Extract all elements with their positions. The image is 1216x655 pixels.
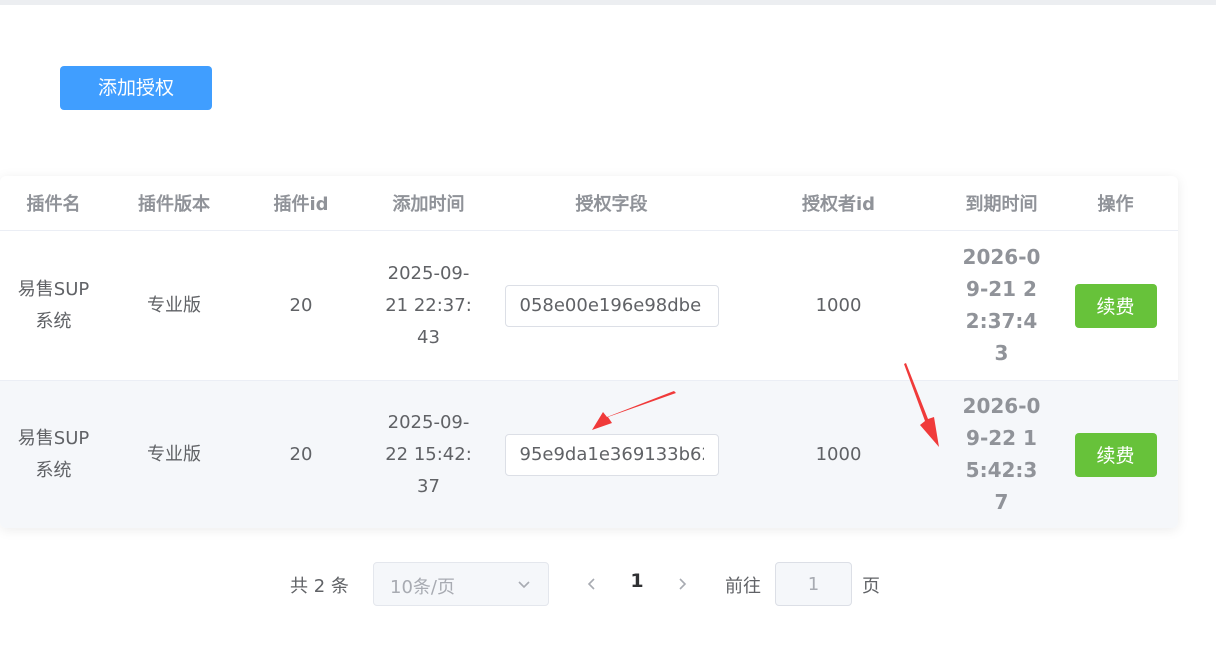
- total-count: 共 2 条: [290, 576, 349, 597]
- renew-button[interactable]: 续费: [1074, 432, 1157, 477]
- added-time-text: 2025-09-21 22:37:43: [385, 262, 472, 348]
- cell-plugin-name: 易售SUP系统: [0, 380, 107, 528]
- cell-plugin-id: 20: [241, 380, 361, 528]
- expire-time-text: 2026-09-22 15:42:37: [962, 393, 1041, 514]
- page-number-current[interactable]: 1: [625, 570, 649, 592]
- cell-plugin-version: 专业版: [107, 230, 241, 381]
- cell-actions: 续费: [1053, 380, 1178, 528]
- cell-auth-field: [496, 230, 727, 381]
- column-header-actions: 操作: [1053, 176, 1178, 231]
- cell-expire-time: 2026-09-21 22:37:43: [950, 230, 1053, 381]
- chevron-right-icon[interactable]: [674, 574, 690, 598]
- table-row: 易售SUP系统 专业版 20 2025-09-21 22:37:43 1000 …: [0, 230, 1178, 381]
- chevron-down-icon: [516, 576, 532, 596]
- column-header-plugin-version: 插件版本: [107, 176, 241, 231]
- goto-label: 前往: [725, 576, 761, 597]
- column-header-added-time: 添加时间: [361, 176, 496, 231]
- add-authorization-button[interactable]: 添加授权: [60, 66, 212, 110]
- column-header-plugin-name: 插件名: [0, 176, 107, 231]
- renew-button[interactable]: 续费: [1074, 283, 1157, 328]
- column-header-auth-field: 授权字段: [496, 176, 727, 231]
- top-strip: [0, 0, 1216, 5]
- page-size-select[interactable]: 10条/页: [373, 562, 549, 606]
- auth-field-input[interactable]: [504, 433, 719, 476]
- plugin-name-text: 易售SUP系统: [17, 427, 90, 481]
- column-header-plugin-id: 插件id: [241, 176, 361, 231]
- authorization-table: 插件名 插件版本 插件id 添加时间 授权字段 授权者id 到期时间 操作 易售…: [0, 176, 1178, 528]
- column-header-expire-time: 到期时间: [950, 176, 1053, 231]
- cell-actions: 续费: [1053, 230, 1178, 381]
- cell-added-time: 2025-09-21 22:37:43: [361, 230, 496, 381]
- cell-plugin-name: 易售SUP系统: [0, 230, 107, 381]
- table-row: 易售SUP系统 专业版 20 2025-09-22 15:42:37 1000 …: [0, 380, 1178, 528]
- page-jump-input[interactable]: [775, 562, 852, 606]
- cell-authorizer-id: 1000: [727, 230, 950, 381]
- cell-plugin-id: 20: [241, 230, 361, 381]
- cell-added-time: 2025-09-22 15:42:37: [361, 380, 496, 528]
- page-suffix: 页: [862, 576, 880, 597]
- pagination: 共 2 条 10条/页 1 前往 页: [0, 562, 1216, 606]
- cell-plugin-version: 专业版: [107, 380, 241, 528]
- added-time-text: 2025-09-22 15:42:37: [385, 411, 472, 497]
- plugin-name-text: 易售SUP系统: [17, 278, 90, 332]
- chevron-left-icon[interactable]: [584, 574, 600, 598]
- cell-auth-field: [496, 380, 727, 528]
- column-header-authorizer-id: 授权者id: [727, 176, 950, 231]
- table-header: 插件名 插件版本 插件id 添加时间 授权字段 授权者id 到期时间 操作: [0, 176, 1178, 231]
- cell-expire-time: 2026-09-22 15:42:37: [950, 380, 1053, 528]
- expire-time-text: 2026-09-21 22:37:43: [962, 244, 1041, 365]
- page-size-value: 10条/页: [390, 577, 455, 598]
- auth-field-input[interactable]: [504, 284, 719, 327]
- cell-authorizer-id: 1000: [727, 380, 950, 528]
